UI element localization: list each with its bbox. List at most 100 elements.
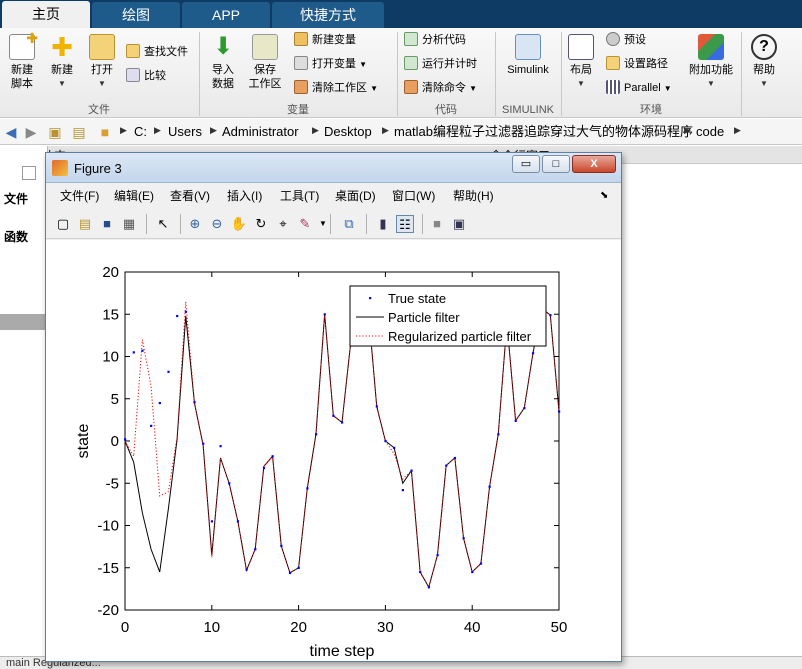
chevron-down-icon: ▼ (577, 79, 585, 88)
data-point-true-state (436, 554, 439, 557)
print-icon[interactable]: ▦ (120, 215, 138, 233)
up-folder-icon[interactable]: ▣ (46, 123, 64, 141)
breadcrumb-separator-icon: ▶ (734, 125, 741, 135)
data-point-true-state (332, 414, 335, 417)
menu-window[interactable]: 窗口(W) (392, 189, 435, 203)
tab-home[interactable]: 主页 (2, 1, 90, 28)
compare-button[interactable]: 比较 (126, 66, 166, 86)
breadcrumb-code[interactable]: code (696, 124, 724, 140)
y-tick-label: -5 (106, 475, 119, 492)
simulink-button[interactable]: Simulink (500, 32, 556, 77)
run-and-time-icon (404, 56, 418, 70)
save-icon[interactable]: ■ (98, 215, 116, 233)
add-ons-label: 附加功能 (689, 64, 733, 76)
parallel-button[interactable]: Parallel ▼ (606, 78, 672, 98)
menu-tools[interactable]: 工具(T) (280, 189, 319, 203)
import-arrow-icon: ⬇ (212, 33, 234, 60)
tab-plots[interactable]: 绘图 (92, 2, 180, 28)
run-and-time-button[interactable]: 运行并计时 (404, 54, 477, 74)
figure-title-bar[interactable]: Figure 3 ▭ □ X (46, 153, 621, 183)
hide-plot-tools-icon[interactable]: ■ (428, 215, 446, 233)
legend-entry: Regularized particle filter (388, 329, 532, 344)
figure-menu-bar: 文件(F) 编辑(E) 查看(V) 插入(I) 工具(T) 桌面(D) 窗口(W… (46, 184, 621, 208)
layout-button[interactable]: 布局 ▼ (564, 32, 598, 91)
pan-hand-icon[interactable]: ✋ (230, 215, 248, 233)
new-button[interactable]: ✚ 新建 ▼ (44, 32, 80, 91)
data-cursor-icon[interactable]: ⌖ (274, 215, 292, 233)
data-point-true-state (314, 433, 318, 436)
open-file-icon[interactable]: ▤ (76, 215, 94, 233)
legend[interactable]: True state Particle filter Regularized par… (349, 285, 547, 347)
selected-file-row[interactable] (0, 314, 48, 330)
figure-toolbar: ▢ ▤ ■ ▦ ↖ ⊕ ⊖ ✋ ↻ ⌖ ✎ ▼ ⧉ ▮ ☷ ■ ▣ (46, 209, 621, 239)
menu-help[interactable]: 帮助(H) (453, 189, 494, 203)
open-variable-button[interactable]: 打开变量 ▼ (294, 54, 367, 74)
save-workspace-button[interactable]: 保存 工作区 (244, 32, 286, 91)
data-point-true-state (158, 401, 161, 405)
help-label: 帮助 (753, 64, 775, 76)
zoom-out-icon[interactable]: ⊖ (208, 215, 226, 233)
data-point-true-state (141, 349, 144, 352)
group-label-environment: 环境 (640, 104, 662, 116)
pointer-icon[interactable]: ↖ (154, 215, 172, 233)
minimize-button[interactable]: ▭ (512, 155, 540, 173)
simulink-label: Simulink (507, 64, 549, 76)
toolstrip-tab-bar: 主页 绘图 APP 快捷方式 (0, 0, 802, 28)
brush-icon[interactable]: ✎ (296, 215, 314, 233)
breadcrumb-administrator[interactable]: Administrator (222, 124, 299, 140)
menu-insert[interactable]: 插入(I) (227, 189, 262, 203)
menu-file[interactable]: 文件(F) (60, 189, 99, 203)
matlab-logo-icon (52, 160, 68, 176)
data-point-true-state (193, 401, 196, 404)
data-point-true-state (445, 464, 448, 467)
analyze-code-button[interactable]: 分析代码 (404, 30, 466, 50)
clear-workspace-icon (294, 80, 308, 94)
file-section-header[interactable]: 文件 (4, 190, 28, 207)
menu-desktop[interactable]: 桌面(D) (335, 189, 376, 203)
folder-icon (89, 34, 115, 60)
x-tick-label: 10 (203, 619, 220, 636)
breadcrumb-users[interactable]: Users (168, 124, 202, 140)
zoom-in-icon[interactable]: ⊕ (186, 215, 204, 233)
forward-arrow-icon[interactable]: ▶ (22, 123, 40, 141)
menu-view[interactable]: 查看(V) (170, 189, 210, 203)
menu-edit[interactable]: 编辑(E) (114, 189, 154, 203)
dock-arrow-icon[interactable]: ⬊ (600, 189, 608, 203)
breadcrumb-desktop[interactable]: Desktop (324, 124, 372, 140)
legend-icon[interactable]: ☷ (396, 215, 414, 233)
preferences-button[interactable]: 预设 (606, 30, 646, 50)
tab-shortcuts[interactable]: 快捷方式 (272, 2, 384, 28)
colorbar-icon[interactable]: ▮ (374, 215, 392, 233)
data-point-true-state (306, 487, 309, 490)
data-point-true-state (245, 568, 248, 571)
browse-folder-icon[interactable]: ▤ (70, 123, 88, 141)
back-arrow-icon[interactable]: ◀ (2, 123, 20, 141)
close-button[interactable]: X (572, 155, 616, 173)
help-button[interactable]: ? 帮助 ▼ (746, 32, 782, 91)
link-plot-icon[interactable]: ⧉ (340, 215, 358, 233)
gear-icon (606, 32, 620, 46)
figure-window[interactable]: Figure 3 ▭ □ X 文件(F) 编辑(E) 查看(V) 插入(I) 工… (45, 152, 622, 662)
import-data-button[interactable]: ⬇ 导入 数据 (204, 32, 242, 91)
set-path-button[interactable]: 设置路径 (606, 54, 668, 74)
breadcrumb-drive[interactable]: C: (134, 124, 147, 140)
function-section-header[interactable]: 函数 (4, 228, 28, 245)
data-point-true-state (523, 407, 526, 410)
maximize-button[interactable]: □ (542, 155, 570, 173)
tab-apps[interactable]: APP (182, 2, 270, 28)
run-and-time-label: 运行并计时 (422, 58, 477, 70)
new-variable-button[interactable]: 新建变量 (294, 30, 356, 50)
show-plot-tools-icon[interactable]: ▣ (450, 215, 468, 233)
rotate-3d-icon[interactable]: ↻ (252, 215, 270, 233)
clear-commands-button[interactable]: 清除命令 ▼ (404, 78, 477, 98)
group-label-variable: 变量 (287, 104, 309, 116)
data-point-true-state (558, 410, 561, 413)
new-script-button[interactable]: ✚ 新建 脚本 (4, 31, 40, 91)
breadcrumb-project-folder[interactable]: matlab编程粒子过滤器追踪穿过大气的物体源码程序 (394, 124, 693, 140)
new-figure-icon[interactable]: ▢ (54, 215, 72, 233)
find-files-button[interactable]: 查找文件 (126, 42, 188, 62)
clear-workspace-button[interactable]: 清除工作区 ▼ (294, 78, 378, 98)
add-ons-button[interactable]: 附加功能 ▼ (686, 32, 736, 91)
open-button[interactable]: 打开 ▼ (84, 32, 120, 91)
y-tick-label: -10 (97, 518, 119, 535)
